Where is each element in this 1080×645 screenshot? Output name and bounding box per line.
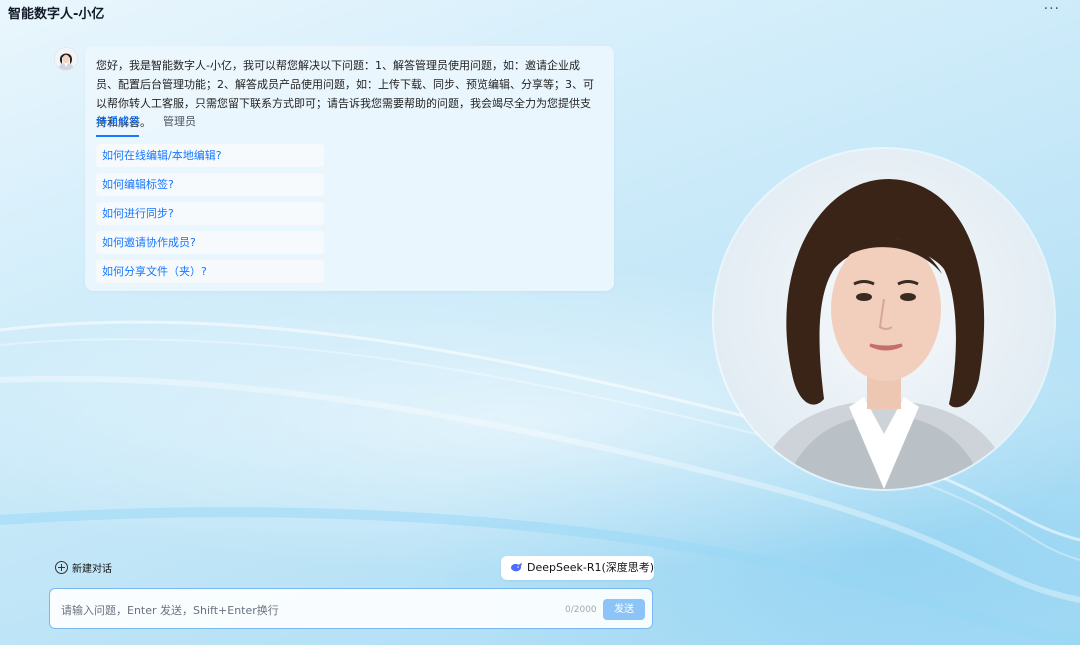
question-item[interactable]: 如何邀请协作成员?: [96, 231, 324, 254]
new-chat-button[interactable]: 新建对话: [55, 560, 112, 575]
model-label: DeepSeek-R1(深度思考): [527, 561, 655, 574]
new-chat-label: 新建对话: [72, 564, 112, 575]
avatar-portrait-icon: [55, 48, 77, 70]
active-tab-indicator: [96, 135, 139, 137]
char-counter: 0/2000: [565, 605, 597, 615]
plus-circle-icon: [55, 561, 68, 574]
app-title: 智能数字人-小亿: [8, 7, 105, 22]
tab-admin[interactable]: 管理员: [163, 114, 196, 130]
suggested-questions: 如何在线编辑/本地编辑? 如何编辑标签? 如何进行同步? 如何邀请协作成员? 如…: [96, 144, 324, 289]
question-item[interactable]: 如何进行同步?: [96, 202, 324, 225]
send-button[interactable]: 发送: [603, 599, 645, 620]
message-input-box: 0/2000 发送: [49, 588, 653, 629]
question-item[interactable]: 如何编辑标签?: [96, 173, 324, 196]
question-item[interactable]: 如何在线编辑/本地编辑?: [96, 144, 324, 167]
bot-avatar: [54, 47, 78, 71]
message-input[interactable]: [59, 599, 543, 621]
assistant-message: 您好，我是智能数字人-小亿，我可以帮您解决以下问题：1、解答管理员使用问题，如：…: [85, 46, 614, 291]
question-item[interactable]: 如何分享文件（夹）?: [96, 260, 324, 283]
digital-human-portrait: [714, 149, 1054, 489]
more-dots-icon[interactable]: ···: [1044, 1, 1060, 17]
deepseek-whale-icon: [511, 563, 522, 572]
tab-regular-member[interactable]: 普通成员: [96, 114, 140, 130]
model-selector-button[interactable]: DeepSeek-R1(深度思考): [501, 556, 654, 580]
